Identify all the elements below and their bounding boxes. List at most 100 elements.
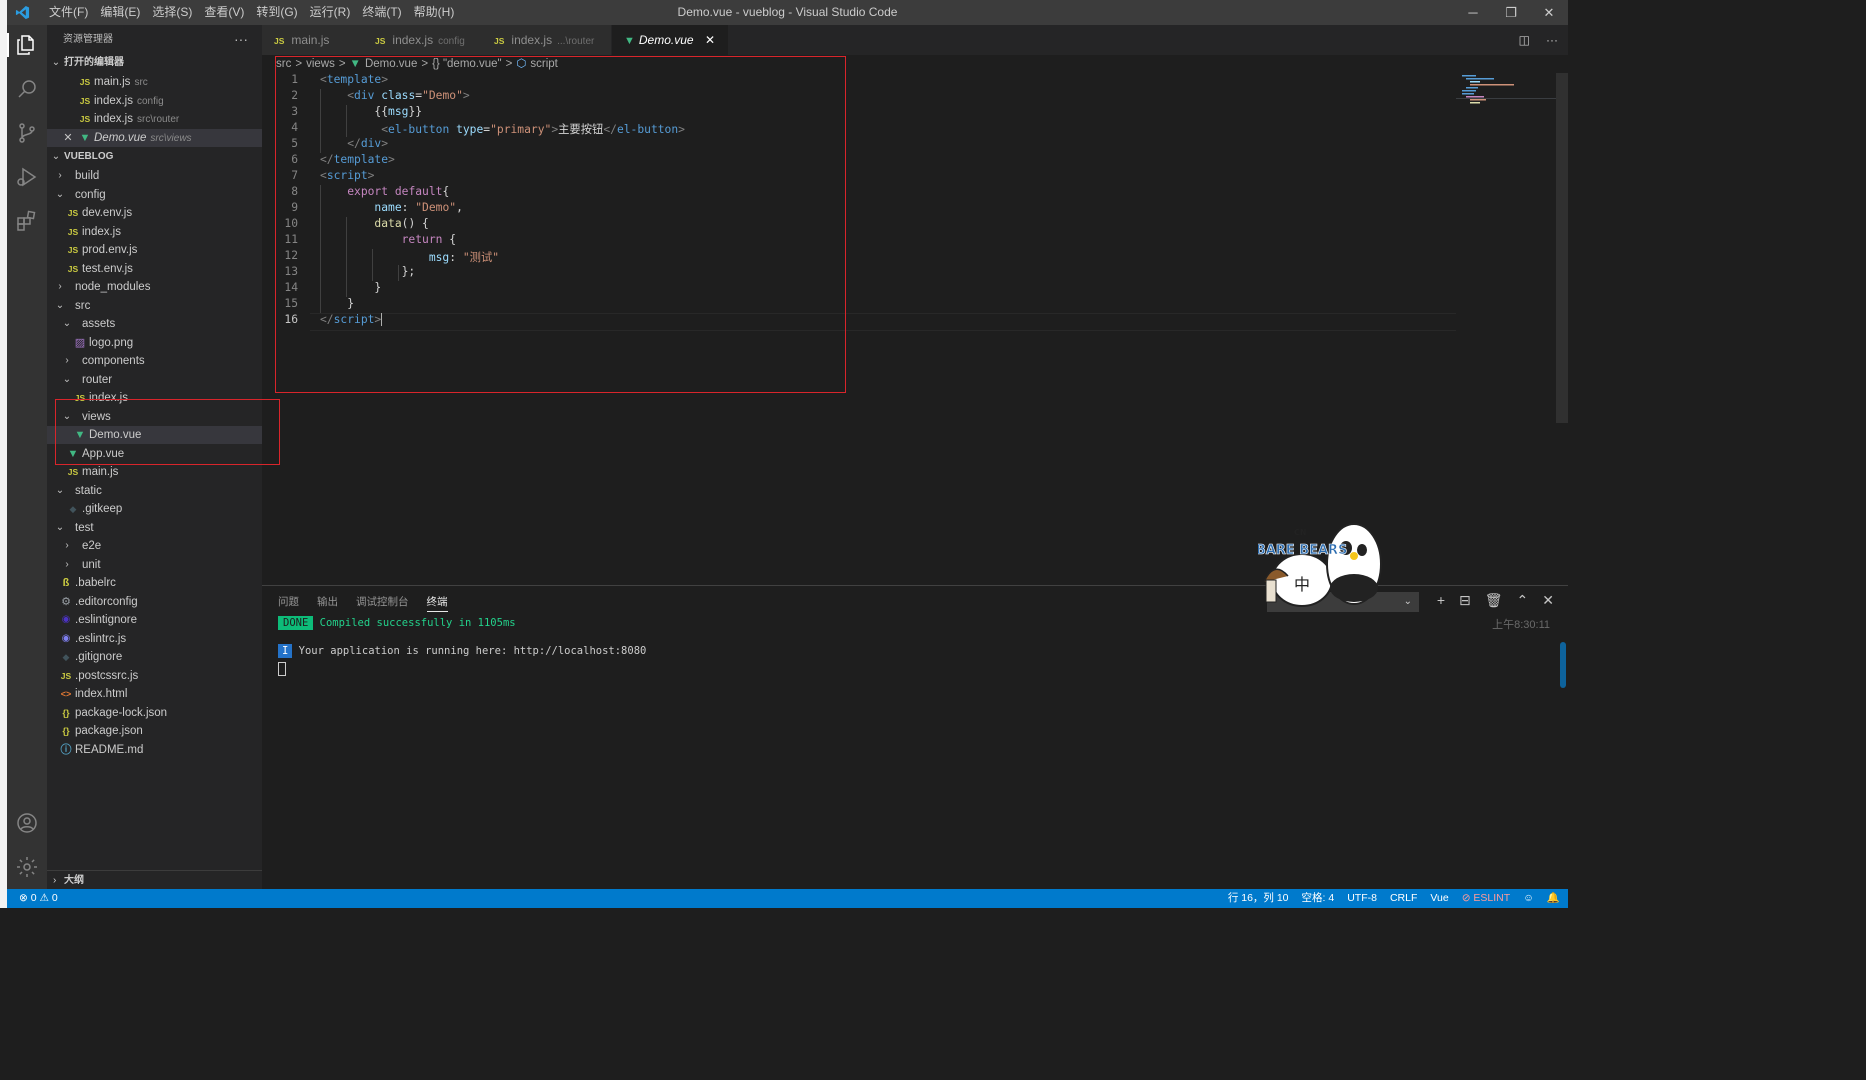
tree-file[interactable]: ▨ logo.png [47,334,262,352]
tree-file[interactable]: JS dev.env.js [47,204,262,222]
status-right: 行 16，列 10 空格: 4 UTF-8 CRLF Vue ⊘ ESLINT … [1228,889,1560,908]
tab-problems[interactable]: 问题 [278,594,299,612]
menu-terminal[interactable]: 终端(T) [356,0,407,25]
settings-gear-icon[interactable] [15,855,39,879]
tree-file[interactable]: ▼ App.vue [47,445,262,463]
menu-view[interactable]: 查看(V) [198,0,250,25]
tree-folder[interactable]: ⌄ test [47,519,262,537]
tree-folder[interactable]: ⌄ router [47,371,262,389]
tree-file[interactable]: ◆ .gitignore [47,648,262,666]
menu-go[interactable]: 转到(G) [250,0,303,25]
tree-file[interactable]: JS index.js [47,389,262,407]
close-editor-icon[interactable]: ✕ [63,129,73,147]
bell-icon[interactable]: 🔔 [1547,889,1560,908]
minimize-button[interactable]: ─ [1454,0,1492,25]
restore-button[interactable]: ❐ [1492,0,1530,25]
tree-folder[interactable]: ⌄ src [47,297,262,315]
tree-item-label: node_modules [75,281,151,293]
tree-file[interactable]: JS index.js [47,223,262,241]
tree-file[interactable]: JS main.js [47,463,262,481]
close-window-button[interactable]: ✕ [1530,0,1568,25]
split-terminal-icon[interactable]: ⊟ [1459,592,1471,609]
indentation[interactable]: 空格: 4 [1302,889,1335,908]
open-editor-item[interactable]: JS index.js config [47,92,262,110]
close-panel-icon[interactable]: ✕ [1542,592,1554,609]
menu-help[interactable]: 帮助(H) [408,0,461,25]
menu-edit[interactable]: 编辑(E) [94,0,146,25]
line-number: 1 [291,73,298,86]
breadcrumb-item[interactable]: script [530,55,557,73]
tree-file[interactable]: ⓘ README.md [47,741,262,759]
eslint-status[interactable]: ⊘ ESLINT [1462,889,1511,908]
tree-file[interactable]: {} package-lock.json [47,704,262,722]
tab-main-js[interactable]: JS main.js [262,25,375,55]
menu-selection[interactable]: 选择(S) [146,0,198,25]
tree-folder[interactable]: ⌄ static [47,482,262,500]
tree-folder[interactable]: ⌄ views [47,408,262,426]
tab-debug-console[interactable]: 调试控制台 [356,594,409,612]
open-editor-item[interactable]: JS main.js src [47,73,262,91]
cursor-position[interactable]: 行 16，列 10 [1228,889,1289,908]
tree-item-label: index.html [75,688,128,700]
account-icon[interactable] [15,811,39,835]
tree-file[interactable]: JS prod.env.js [47,241,262,259]
tree-folder[interactable]: › e2e [47,537,262,555]
breadcrumb-item[interactable]: src [276,55,291,73]
tree-folder[interactable]: › unit [47,556,262,574]
tab-demo-vue[interactable]: ▼ Demo.vue ✕ [612,25,729,55]
line-ending[interactable]: CRLF [1390,889,1417,908]
explorer-icon[interactable] [15,33,39,57]
maximize-panel-icon[interactable]: ⌃ [1517,592,1529,609]
search-icon[interactable] [15,77,39,101]
tree-file[interactable]: JS test.env.js [47,260,262,278]
tab-description: config [438,36,465,47]
tab-index-js-router[interactable]: JS index.js ...\router [482,25,612,55]
tree-file[interactable]: {} package.json [47,722,262,740]
feedback-icon[interactable]: ☺ [1523,889,1534,908]
tree-folder[interactable]: ⌄ config [47,186,262,204]
problems-indicator[interactable]: ⊗ 0 ⚠ 0 [19,889,58,908]
breadcrumb-item[interactable]: {} "demo.vue" [432,55,502,73]
outline-section[interactable]: › 大纲 [47,870,262,890]
code-editor[interactable]: 1 2 3 4 5 6 7 8 9 10 11 12 13 14 15 16 <template> <div … [262,73,1456,473]
extensions-icon[interactable] [15,209,39,233]
tree-folder[interactable]: › node_modules [47,278,262,296]
open-editor-item-active[interactable]: ✕ ▼ Demo.vue src\views [47,129,262,147]
tree-file[interactable]: ◉ .eslintignore [47,611,262,629]
close-tab-icon[interactable]: ✕ [705,33,715,47]
minimap[interactable] [1456,73,1556,113]
tree-file[interactable]: ◉ .eslintrc.js [47,630,262,648]
tree-item-label: .eslintignore [75,614,138,626]
language-mode[interactable]: Vue [1430,889,1448,908]
tree-file[interactable]: ß .babelrc [47,574,262,592]
project-section[interactable]: ⌄ VUEBLOG [47,148,262,166]
warning-count: 0 [51,892,58,904]
open-editor-item[interactable]: JS index.js src\router [47,110,262,128]
tree-file[interactable]: ⚙ .editorconfig [47,593,262,611]
breadcrumb-item[interactable]: Demo.vue [365,55,417,73]
tree-file[interactable]: ◆ .gitkeep [47,500,262,518]
tab-index-js-config[interactable]: JS index.js config [363,25,484,55]
trash-icon[interactable]: 🗑 [1485,592,1503,609]
menu-run[interactable]: 运行(R) [304,0,357,25]
run-debug-icon[interactable] [15,165,39,189]
open-editors-section[interactable]: ⌄ 打开的编辑器 [47,54,262,72]
file-encoding[interactable]: UTF-8 [1347,889,1377,908]
more-actions-icon[interactable]: ··· [1546,25,1558,55]
tab-output[interactable]: 输出 [317,594,338,612]
split-editor-icon[interactable]: ◫ [1519,25,1530,55]
tree-file[interactable]: JS .postcssrc.js [47,667,262,685]
tree-file[interactable]: ▼ Demo.vue [47,426,262,444]
more-actions-icon[interactable]: ··· [234,25,248,54]
tree-folder[interactable]: ⌄ assets [47,315,262,333]
tree-file[interactable]: <> index.html [47,685,262,703]
source-control-icon[interactable] [15,121,39,145]
menu-file[interactable]: 文件(F) [43,0,94,25]
breadcrumb-item[interactable]: views [306,55,335,73]
tab-terminal[interactable]: 终端 [426,594,448,612]
tree-folder[interactable]: › components [47,352,262,370]
vertical-scrollbar[interactable] [1556,73,1568,423]
panel-scrollbar[interactable] [1560,642,1566,688]
tree-folder[interactable]: › build [47,167,262,185]
new-terminal-icon[interactable]: + [1437,592,1445,609]
